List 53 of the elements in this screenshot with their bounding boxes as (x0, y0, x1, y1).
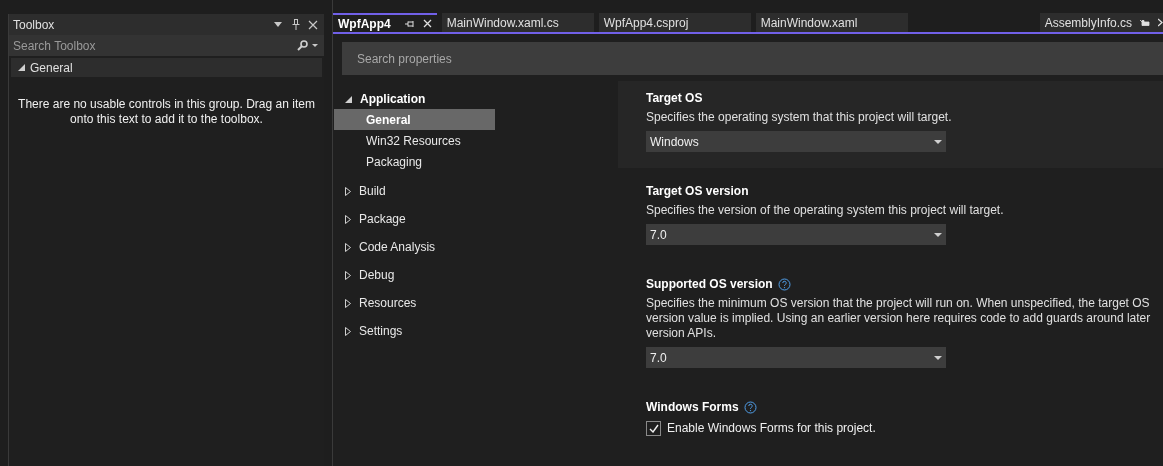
checkmark-icon (648, 423, 659, 433)
search-bar[interactable]: Search Toolbox (9, 35, 324, 56)
collapsed-triangle-icon[interactable] (345, 242, 351, 252)
search-properties-field[interactable]: Search properties (342, 42, 1163, 75)
checkbox-label[interactable]: Enable Windows Forms for this project. (667, 419, 876, 437)
document-tab[interactable]: MainWindow.xaml.cs (441, 13, 594, 32)
collapsed-triangle-icon[interactable] (345, 298, 351, 308)
search-field[interactable]: Search Toolbox (13, 36, 297, 55)
nav-category[interactable]: Application (334, 89, 495, 109)
setting-title: Windows Forms (646, 399, 739, 416)
document-tab[interactable]: MainWindow.xaml (755, 13, 908, 32)
pin-icon[interactable] (404, 19, 415, 28)
checkbox[interactable] (646, 420, 661, 436)
group-header[interactable]: General (11, 58, 322, 77)
nav-category[interactable]: Build (334, 181, 495, 201)
collapsed-triangle-icon[interactable] (345, 186, 351, 196)
setting-description: Specifies the version of the operating system this project will target. (646, 203, 1005, 218)
setting-description: Specifies the minimum OS version that the project will run on. When unspecified, the target OS version value is implied. Using an earlier version here requires code to add guards around later version APIs. (646, 296, 1152, 341)
dropdown[interactable]: Windows (646, 131, 946, 152)
nav-category[interactable]: Package (334, 209, 495, 229)
collapsed-triangle-icon[interactable] (345, 270, 351, 280)
setting-title: Target OS (646, 90, 703, 107)
dropdown-caret-icon (934, 232, 942, 237)
nav-item[interactable]: Win32 Resources (334, 130, 495, 151)
help-icon[interactable] (743, 400, 757, 414)
dropdown-caret-icon[interactable] (312, 44, 318, 47)
nav-item[interactable]: General (334, 109, 495, 130)
pinned-icon[interactable] (1140, 18, 1150, 27)
nav-item[interactable]: Packaging (334, 151, 495, 172)
setting-title: Target OS version (646, 183, 749, 200)
document-tab[interactable]: WpfApp4.csproj (598, 13, 751, 32)
panel-title: Toolbox (13, 16, 56, 34)
dropdown-caret-icon (934, 139, 942, 144)
collapsed-triangle-icon[interactable] (345, 214, 351, 224)
nav-category[interactable]: Code Analysis (334, 237, 495, 257)
dropdown[interactable]: 7.0 (646, 347, 946, 368)
setting-title: Supported OS version (646, 276, 773, 293)
pinned-document-tab[interactable]: AssemblyInfo.cs (1039, 13, 1163, 32)
dropdown[interactable]: 7.0 (646, 224, 946, 245)
help-icon[interactable] (777, 277, 791, 291)
nav-category[interactable]: Resources (334, 293, 495, 313)
dropdown-caret-icon[interactable] (274, 22, 282, 27)
search-icon[interactable] (297, 40, 308, 51)
expanded-triangle-icon[interactable] (345, 95, 352, 103)
document-tab[interactable]: WpfApp4 (333, 13, 437, 32)
setting-description: Specifies the operating system that this project will target. (646, 110, 953, 125)
dropdown-caret-icon (934, 355, 942, 360)
nav-category[interactable]: Settings (334, 321, 495, 341)
pin-icon[interactable] (292, 19, 300, 30)
nav-category[interactable]: Debug (334, 265, 495, 285)
collapsed-triangle-icon[interactable] (345, 326, 351, 336)
empty-group-message: There are no usable controls in this group. Drag an item onto this text to add it to the toolbox. (17, 97, 316, 127)
expanded-triangle-icon[interactable] (18, 64, 25, 71)
